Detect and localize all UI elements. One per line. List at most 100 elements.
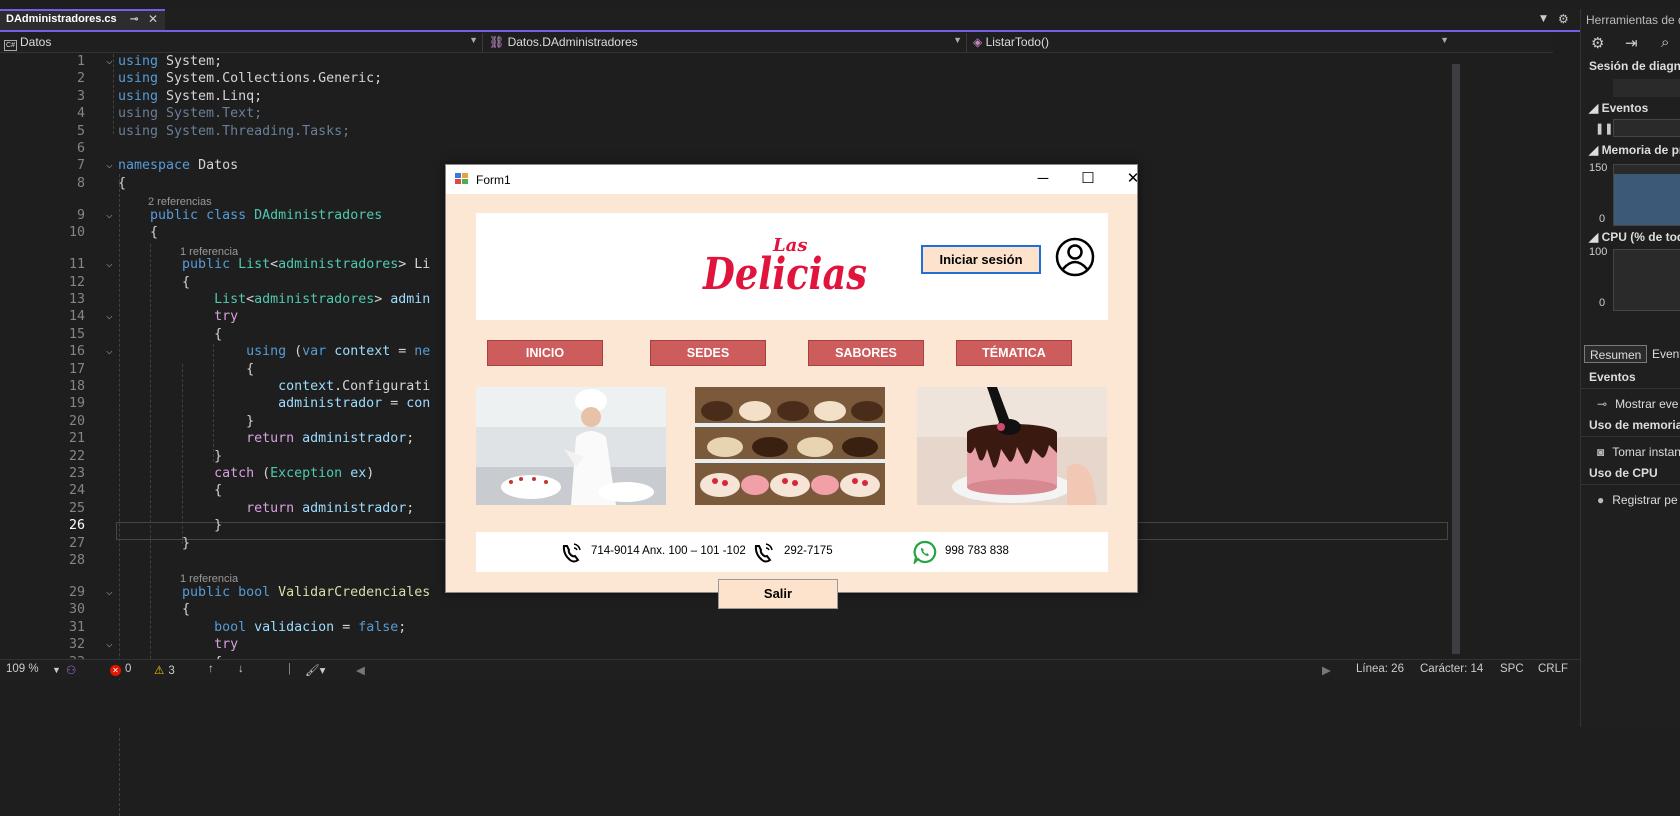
zoom-in-icon[interactable]: ⌕ bbox=[1661, 34, 1669, 51]
summary-action[interactable]: ◙ Tomar instan bbox=[1581, 437, 1680, 463]
lower-area bbox=[0, 680, 1580, 727]
csharp-project-icon: C# bbox=[4, 40, 17, 51]
codelens-references[interactable]: 2 referencias bbox=[148, 196, 212, 208]
summary-section-header: Eventos bbox=[1581, 367, 1680, 389]
summary-action[interactable]: ⊸ Mostrar eve bbox=[1581, 389, 1680, 415]
code-text: public bool ValidarCredenciales bbox=[182, 585, 431, 600]
fold-chevron-icon[interactable]: ⌵ bbox=[106, 54, 113, 67]
scroll-left-icon[interactable]: ◀ bbox=[356, 663, 365, 677]
line-number: 26 bbox=[68, 518, 85, 534]
line-indicator[interactable]: Línea: 26 bbox=[1356, 663, 1404, 675]
code-text: catch (Exception ex) bbox=[214, 466, 375, 481]
fold-chevron-icon[interactable]: ⌵ bbox=[106, 257, 113, 270]
user-avatar-icon[interactable] bbox=[1055, 237, 1095, 277]
menu-inicio-button[interactable]: INICIO bbox=[487, 340, 603, 366]
document-tab[interactable]: DAdministradores.cs ⊸ ✕ bbox=[0, 9, 165, 30]
close-icon[interactable]: ✕ bbox=[148, 12, 158, 26]
code-line[interactable]: 32 ⌵ try bbox=[0, 637, 1540, 655]
chevron-down-icon[interactable]: ▼ bbox=[52, 665, 61, 675]
memory-min: 0 bbox=[1599, 213, 1606, 225]
spacing-indicator[interactable]: SPC bbox=[1500, 663, 1524, 675]
arrow-up-icon[interactable]: ↑ bbox=[208, 663, 214, 675]
errors-indicator[interactable]: ✕ 0 bbox=[110, 663, 131, 676]
fold-chevron-icon[interactable]: ⌵ bbox=[106, 208, 113, 221]
memory-section-header[interactable]: ◢ Memoria de pro bbox=[1589, 143, 1680, 157]
cpu-min: 0 bbox=[1599, 297, 1606, 309]
class-icon: ⛓ bbox=[489, 35, 505, 49]
pin-icon[interactable]: ⊸ bbox=[130, 14, 138, 25]
settings-icon[interactable]: ⚙ bbox=[1591, 34, 1604, 52]
menu-sedes-button[interactable]: SEDES bbox=[650, 340, 766, 366]
exit-button[interactable]: Salir bbox=[718, 579, 838, 609]
session-timeline[interactable] bbox=[1613, 79, 1680, 97]
code-text: try bbox=[214, 309, 239, 325]
summary-label: Eventos bbox=[1589, 370, 1636, 384]
tab-resumen[interactable]: Resumen bbox=[1584, 345, 1648, 363]
close-icon[interactable]: ✕ bbox=[1113, 168, 1153, 190]
code-text: namespace Datos bbox=[118, 158, 239, 174]
fold-chevron-icon[interactable]: ⌵ bbox=[106, 158, 113, 171]
panel-title: Herramientas de d bbox=[1586, 13, 1680, 27]
gear-icon[interactable]: ⚙ bbox=[1558, 12, 1569, 26]
project-dropdown[interactable]: C# Datos ▼ bbox=[0, 33, 483, 52]
character-indicator[interactable]: Carácter: 14 bbox=[1420, 663, 1483, 675]
minimize-icon[interactable]: ─ bbox=[1023, 168, 1063, 190]
code-line[interactable]: 4 using System.Text; bbox=[0, 106, 1540, 124]
separator: | bbox=[288, 663, 291, 675]
line-number: 15 bbox=[68, 326, 85, 342]
tab-list-dropdown-icon[interactable]: ▼ bbox=[1540, 14, 1547, 24]
events-section-header[interactable]: ◢ Eventos bbox=[1589, 101, 1648, 115]
member-dropdown[interactable]: ◈ ListarTodo() ▼ bbox=[969, 33, 1453, 52]
line-number: 27 bbox=[68, 535, 85, 551]
code-text: { bbox=[118, 274, 191, 290]
code-line[interactable]: 3 using System.Linq; bbox=[0, 89, 1540, 107]
camera-icon: ◙ bbox=[1597, 445, 1605, 459]
codelens-references[interactable]: 1 referencia bbox=[180, 246, 238, 258]
line-number: 19 bbox=[68, 396, 85, 412]
line-number: 25 bbox=[68, 500, 85, 516]
fold-chevron-icon[interactable]: ⌵ bbox=[106, 309, 113, 322]
zoom-level[interactable]: 109 % bbox=[6, 663, 39, 675]
member-label: ListarTodo() bbox=[985, 35, 1049, 49]
tab-eventos[interactable]: Event bbox=[1647, 345, 1680, 363]
line-number: 13 bbox=[68, 292, 85, 307]
code-line[interactable]: 5 using System.Threading.Tasks; bbox=[0, 124, 1540, 142]
arrow-down-icon[interactable]: ↓ bbox=[238, 663, 244, 675]
pastry-chef-photo bbox=[476, 387, 666, 505]
line-ending-indicator[interactable]: CRLF bbox=[1538, 663, 1568, 675]
class-dropdown[interactable]: ⛓ Datos.DAdministradores ▼ bbox=[485, 33, 967, 52]
menu-tematica-button[interactable]: TÉMATICA bbox=[956, 340, 1072, 366]
code-text: } bbox=[118, 518, 223, 534]
menu-sabores-button[interactable]: SABORES bbox=[808, 340, 924, 366]
fold-chevron-icon[interactable]: ⌵ bbox=[106, 344, 113, 357]
codelens-references[interactable]: 1 referencia bbox=[180, 573, 238, 585]
login-button[interactable]: Iniciar sesión bbox=[921, 245, 1041, 274]
code-text: List<administradores> admin bbox=[214, 292, 431, 307]
code-text: administrador = con bbox=[278, 396, 431, 412]
copilot-icon[interactable]: ⚇ bbox=[66, 663, 76, 677]
line-number: 32 bbox=[68, 637, 85, 653]
warnings-indicator[interactable]: ⚠ 3 bbox=[154, 663, 175, 677]
scroll-right-icon[interactable]: ▶ bbox=[1322, 663, 1331, 677]
fold-chevron-icon[interactable]: ⌵ bbox=[106, 585, 113, 598]
indent-guide bbox=[182, 364, 183, 544]
code-line[interactable]: 1 ⌵ using System; bbox=[0, 54, 1540, 72]
telephone-icon bbox=[754, 543, 773, 563]
code-line[interactable]: 6 bbox=[0, 141, 1540, 159]
code-line[interactable]: 2 using System.Collections.Generic; bbox=[0, 71, 1540, 89]
code-text: using System.Linq; bbox=[118, 88, 263, 104]
editor-vertical-scrollbar[interactable] bbox=[1448, 54, 1464, 654]
export-icon[interactable]: ⇥ bbox=[1625, 34, 1638, 52]
line-number: 22 bbox=[68, 448, 85, 464]
summary-action[interactable]: ● Registrar pe bbox=[1581, 485, 1680, 511]
cpu-section-header[interactable]: ◢ CPU (% de todo bbox=[1589, 230, 1680, 244]
line-number: 4 bbox=[76, 106, 85, 122]
line-number: 7 bbox=[76, 158, 85, 174]
fold-chevron-icon[interactable]: ⌵ bbox=[106, 637, 113, 650]
maximize-icon[interactable]: ☐ bbox=[1068, 168, 1108, 190]
pause-icon[interactable]: ❚❚ bbox=[1595, 122, 1613, 135]
scrollbar-thumb[interactable] bbox=[1452, 64, 1460, 654]
brush-icon[interactable]: 🖌▾ bbox=[305, 663, 325, 677]
code-line[interactable]: 31 bool validacion = false; bbox=[0, 620, 1540, 638]
code-text: try bbox=[214, 637, 239, 653]
